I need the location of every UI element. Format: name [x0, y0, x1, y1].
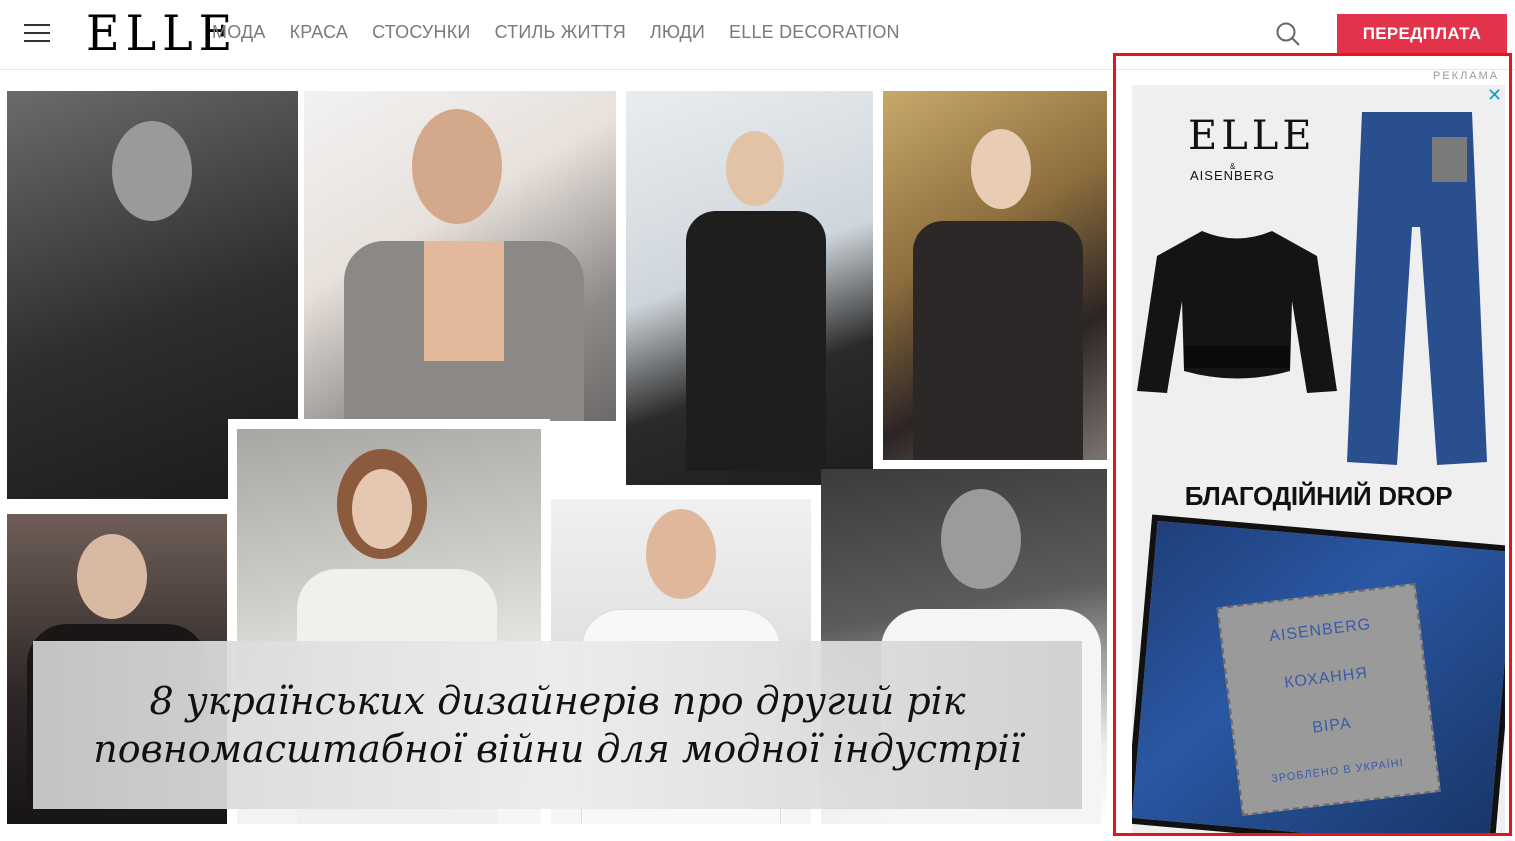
nav-item-people[interactable]: ЛЮДИ: [650, 22, 705, 43]
patch-line-1: AISENBERG: [1268, 615, 1373, 646]
main-nav: МОДА КРАСА СТОСУНКИ СТИЛЬ ЖИТТЯ ЛЮДИ ELL…: [212, 22, 900, 43]
patch-line-3: ВІРА: [1311, 715, 1353, 737]
nav-item-fashion[interactable]: МОДА: [212, 22, 266, 43]
ad-label: РЕКЛАМА: [1433, 70, 1500, 82]
article-headline[interactable]: 8 українських дизайнерів про другий рік …: [88, 677, 1028, 773]
subscribe-button[interactable]: ПЕРЕДПЛАТА: [1337, 14, 1507, 54]
ad-drop-text: БЛАГОДІЙНИЙ DROP: [1184, 481, 1453, 511]
hamburger-menu-icon[interactable]: [24, 24, 50, 44]
jeans-image: [1347, 112, 1487, 465]
jeans-patch: AISENBERG КОХАННЯ ВІРА ЗРОБЛЕНО В УКРАЇН…: [1216, 583, 1441, 816]
ad-elle-logo: ELLE: [1188, 113, 1316, 159]
designer-photo-2: [304, 91, 616, 421]
nav-item-beauty[interactable]: КРАСА: [290, 22, 349, 43]
ad-banner[interactable]: ELLE & AISENBERG БЛАГОДІЙНИЙ DROP AISENB…: [1132, 85, 1505, 833]
nav-item-lifestyle[interactable]: СТИЛЬ ЖИТТЯ: [495, 22, 626, 43]
patch-line-4: ЗРОБЛЕНО В УКРАЇНІ: [1270, 756, 1405, 786]
designer-photo-3: [626, 91, 873, 485]
denim-closeup-image: AISENBERG КОХАННЯ ВІРА ЗРОБЛЕНО В УКРАЇН…: [1132, 514, 1505, 833]
designer-photo-4: [883, 91, 1107, 460]
sweater-image: [1137, 231, 1337, 393]
ad-brand-name: AISENBERG: [1190, 168, 1275, 183]
nav-item-relationships[interactable]: СТОСУНКИ: [372, 22, 470, 43]
headline-box: 8 українських дизайнерів про другий рік …: [33, 641, 1082, 809]
patch-line-2: КОХАННЯ: [1283, 664, 1369, 692]
nav-item-elle-decoration[interactable]: ELLE DECORATION: [729, 22, 900, 43]
search-icon[interactable]: [1275, 21, 1301, 47]
hero-collage[interactable]: 8 українських дизайнерів про другий рік …: [0, 71, 1113, 841]
ad-close-icon[interactable]: ✕: [1487, 86, 1502, 104]
